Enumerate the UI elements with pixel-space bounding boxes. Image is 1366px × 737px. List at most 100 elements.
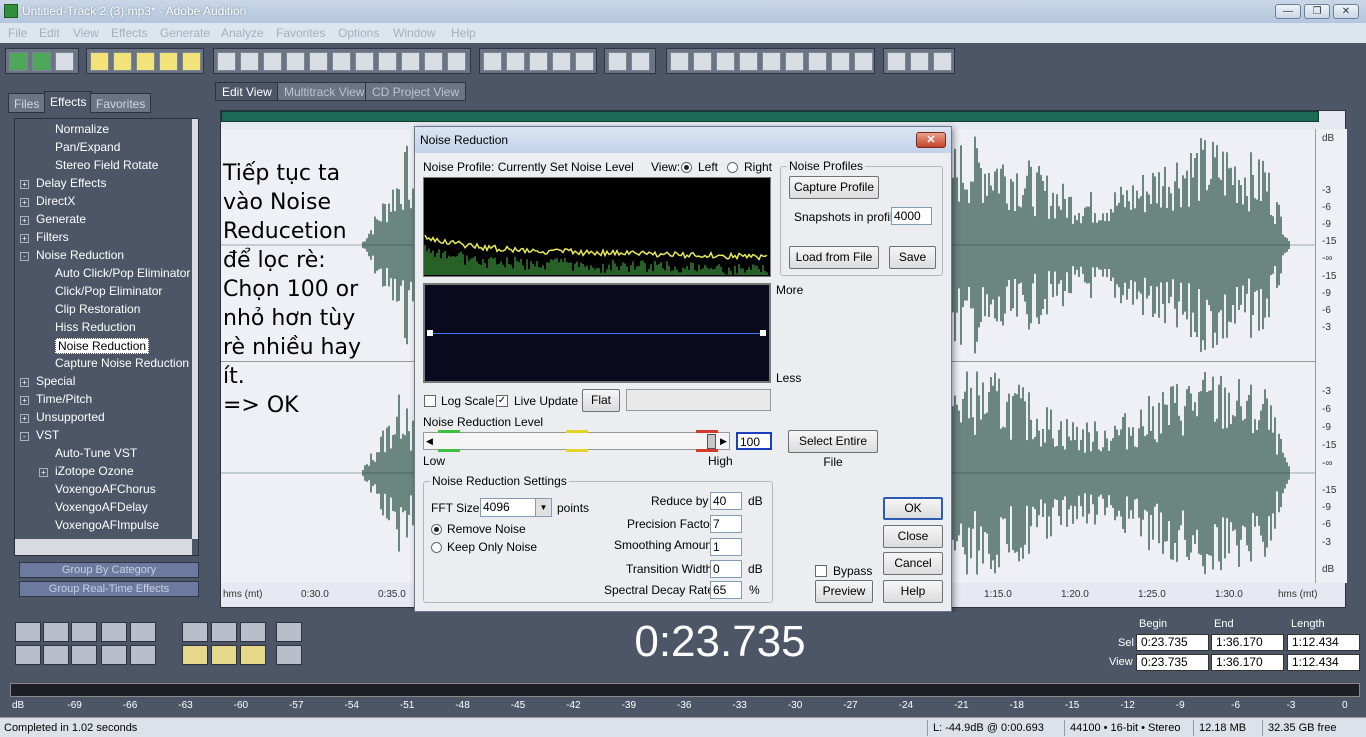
effects-tree-item[interactable]: Filters xyxy=(36,230,69,244)
load-from-file-button[interactable]: Load from File xyxy=(789,246,879,269)
effects-tree-item[interactable]: Generate xyxy=(36,212,86,226)
copy-new-icon[interactable] xyxy=(309,52,328,71)
smoothing-amount-input[interactable]: 1 xyxy=(710,538,742,556)
effects-tree-item[interactable]: Unsupported xyxy=(36,410,105,424)
stop-icon[interactable] xyxy=(15,622,41,642)
effects-tree-item[interactable]: Noise Reduction xyxy=(55,338,150,354)
menu-options[interactable]: Options xyxy=(338,26,379,40)
paste-new-icon[interactable] xyxy=(378,52,397,71)
minimize-button[interactable]: — xyxy=(1275,4,1301,19)
zoom-in-vertical-icon[interactable] xyxy=(276,622,302,642)
menu-effects[interactable]: Effects xyxy=(111,26,147,40)
ok-button[interactable]: OK xyxy=(883,497,943,520)
slider-left-arrow-icon[interactable]: ◀ xyxy=(426,436,433,447)
transition-width-input[interactable]: 0 xyxy=(710,560,742,578)
bypass-checkbox[interactable] xyxy=(815,565,827,577)
effects-tree-item[interactable]: VST xyxy=(36,428,59,442)
zoom-left-edge-icon[interactable] xyxy=(182,645,208,665)
zoom-right-edge-icon[interactable] xyxy=(211,645,237,665)
slider-thumb[interactable] xyxy=(707,434,716,449)
record-icon[interactable] xyxy=(130,645,156,665)
settings-icon[interactable] xyxy=(887,52,906,71)
save-profile-button[interactable]: Save xyxy=(889,246,936,269)
view-begin-field[interactable]: 0:23.735 xyxy=(1136,654,1209,671)
tab-effects[interactable]: Effects xyxy=(44,91,93,113)
zoom-full-icon[interactable] xyxy=(240,622,266,642)
close-button[interactable]: Close xyxy=(883,525,943,548)
window-icon-1[interactable] xyxy=(670,52,689,71)
undo-icon[interactable] xyxy=(217,52,236,71)
go-to-start-icon[interactable] xyxy=(15,645,41,665)
effects-tree-item[interactable]: Delay Effects xyxy=(36,176,106,190)
curve-handle-left[interactable] xyxy=(427,330,433,336)
waveform-overview-bar[interactable] xyxy=(221,111,1319,122)
reduce-by-input[interactable]: 40 xyxy=(710,492,742,510)
menu-analyze[interactable]: Analyze xyxy=(221,26,264,40)
effects-tree-item[interactable]: Normalize xyxy=(55,122,109,136)
view-left-radio[interactable] xyxy=(681,162,692,173)
zoom-selection-icon[interactable] xyxy=(240,645,266,665)
scripts-icon[interactable] xyxy=(910,52,929,71)
grid-view-alt-icon[interactable] xyxy=(552,52,571,71)
repeat-icon[interactable] xyxy=(263,52,282,71)
reduction-curve-graph[interactable] xyxy=(423,283,771,383)
tree-expand-icon[interactable]: - xyxy=(20,432,29,441)
effects-tree-item[interactable]: Stereo Field Rotate xyxy=(55,158,158,172)
cd-view-tool-icon[interactable] xyxy=(55,52,74,71)
precision-factor-input[interactable]: 7 xyxy=(710,515,742,533)
grid-view-icon[interactable] xyxy=(529,52,548,71)
curve-handle-right[interactable] xyxy=(760,330,766,336)
slider-right-arrow-icon[interactable]: ▶ xyxy=(720,436,727,447)
help-icon[interactable] xyxy=(933,52,952,71)
reduction-level-slider[interactable]: ◀ ▶ xyxy=(423,430,730,452)
sel-length-field[interactable]: 1:12.434 xyxy=(1287,634,1360,651)
zoom-in-horizontal-icon[interactable] xyxy=(182,622,208,642)
tab-edit-view[interactable]: Edit View xyxy=(215,82,279,101)
tab-multitrack-view[interactable]: Multitrack View xyxy=(277,82,372,101)
rewind-icon[interactable] xyxy=(43,645,69,665)
effects-tree-item[interactable]: DirectX xyxy=(36,194,75,208)
zoom-out-horizontal-icon[interactable] xyxy=(211,622,237,642)
effects-tree-item[interactable]: Clip Restoration xyxy=(55,302,140,316)
effects-tree-item[interactable]: iZotope Ozone xyxy=(55,464,134,478)
fft-size-select[interactable]: 4096 ▼ xyxy=(480,498,552,517)
mix-icon[interactable] xyxy=(447,52,466,71)
selection-window-icon[interactable] xyxy=(808,52,827,71)
tree-expand-icon[interactable]: + xyxy=(39,468,48,477)
tree-expand-icon[interactable]: + xyxy=(20,216,29,225)
menu-favorites[interactable]: Favorites xyxy=(276,26,325,40)
effects-tree-item[interactable]: Pan/Expand xyxy=(55,140,120,154)
reduction-level-input[interactable]: 100 xyxy=(736,432,772,450)
effects-tree-item[interactable]: VoxengoAFImpulse xyxy=(55,518,159,532)
preview-button[interactable]: Preview xyxy=(815,580,873,603)
go-to-end-icon[interactable] xyxy=(101,645,127,665)
snapshots-input[interactable]: 4000 xyxy=(891,207,932,225)
effects-tree-item[interactable]: VoxengoAFDelay xyxy=(55,500,148,514)
play-icon[interactable] xyxy=(43,622,69,642)
help-button[interactable]: Help xyxy=(883,580,943,603)
loop-icon[interactable] xyxy=(130,622,156,642)
effects-tree-item[interactable]: Hiss Reduction xyxy=(55,320,136,334)
open-file-icon[interactable] xyxy=(113,52,132,71)
menu-help[interactable]: Help xyxy=(451,26,476,40)
effects-tree-item[interactable]: Noise Reduction xyxy=(36,248,124,262)
multitrack-view-tool-icon[interactable] xyxy=(32,52,51,71)
tree-expand-icon[interactable]: + xyxy=(20,378,29,387)
close-window-button[interactable]: ✕ xyxy=(1333,4,1359,19)
tree-expand-icon[interactable]: + xyxy=(20,234,29,243)
edit-view-tool-icon[interactable] xyxy=(9,52,28,71)
view-right-radio[interactable] xyxy=(727,162,738,173)
view-length-field[interactable]: 1:12.434 xyxy=(1287,654,1360,671)
level-meter-icon[interactable] xyxy=(831,52,850,71)
tree-expand-icon[interactable]: + xyxy=(20,414,29,423)
zoom-out-vertical-icon[interactable] xyxy=(276,645,302,665)
tree-horizontal-scrollbar[interactable] xyxy=(15,539,192,555)
redo-icon[interactable] xyxy=(240,52,259,71)
view-end-field[interactable]: 1:36.170 xyxy=(1211,654,1284,671)
save-file-icon[interactable] xyxy=(136,52,155,71)
play-to-end-icon[interactable] xyxy=(101,622,127,642)
menu-generate[interactable]: Generate xyxy=(160,26,210,40)
remove-noise-radio[interactable] xyxy=(431,524,442,535)
save-all-icon[interactable] xyxy=(182,52,201,71)
copy-icon[interactable] xyxy=(286,52,305,71)
